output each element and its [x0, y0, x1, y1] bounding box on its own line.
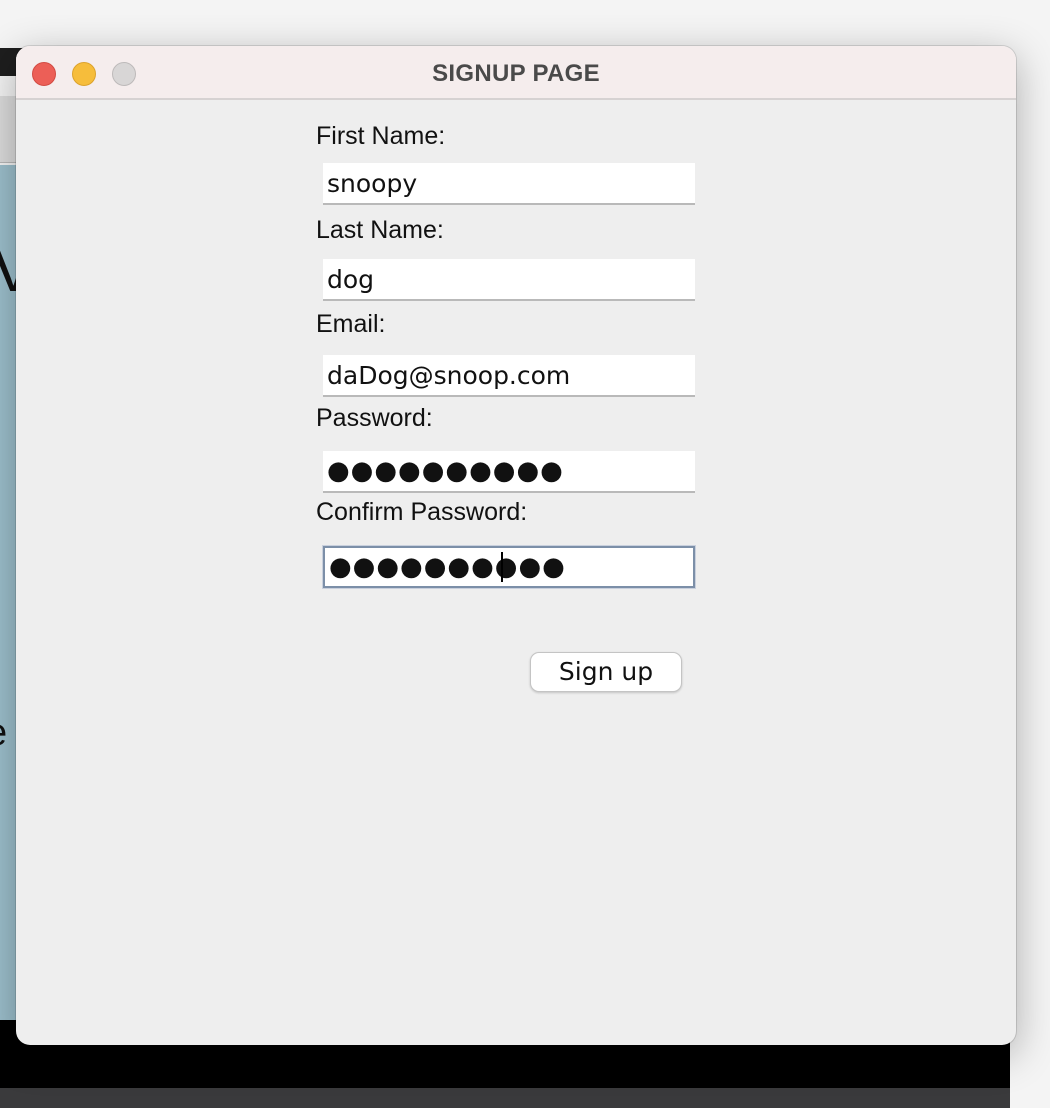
password-label: Password: [316, 404, 433, 432]
email-field[interactable] [323, 355, 695, 397]
background-dock-strip [0, 1088, 1010, 1108]
password-field[interactable] [323, 451, 695, 493]
first-name-field[interactable] [323, 163, 695, 205]
email-label: Email: [316, 310, 386, 338]
confirm-password-label: Confirm Password: [316, 498, 528, 526]
window-title: SIGNUP PAGE [432, 60, 600, 87]
first-name-label: First Name: [316, 122, 446, 150]
last-name-label: Last Name: [316, 216, 444, 244]
text-caret [501, 552, 503, 582]
last-name-field[interactable] [323, 259, 695, 301]
signup-window: SIGNUP PAGE First Name: Last Name: Email… [16, 46, 1016, 1045]
window-titlebar[interactable]: SIGNUP PAGE [16, 46, 1016, 100]
confirm-password-field[interactable] [323, 546, 695, 588]
sign-up-button[interactable]: Sign up [530, 652, 682, 692]
background-text-fragment: e [0, 712, 14, 755]
